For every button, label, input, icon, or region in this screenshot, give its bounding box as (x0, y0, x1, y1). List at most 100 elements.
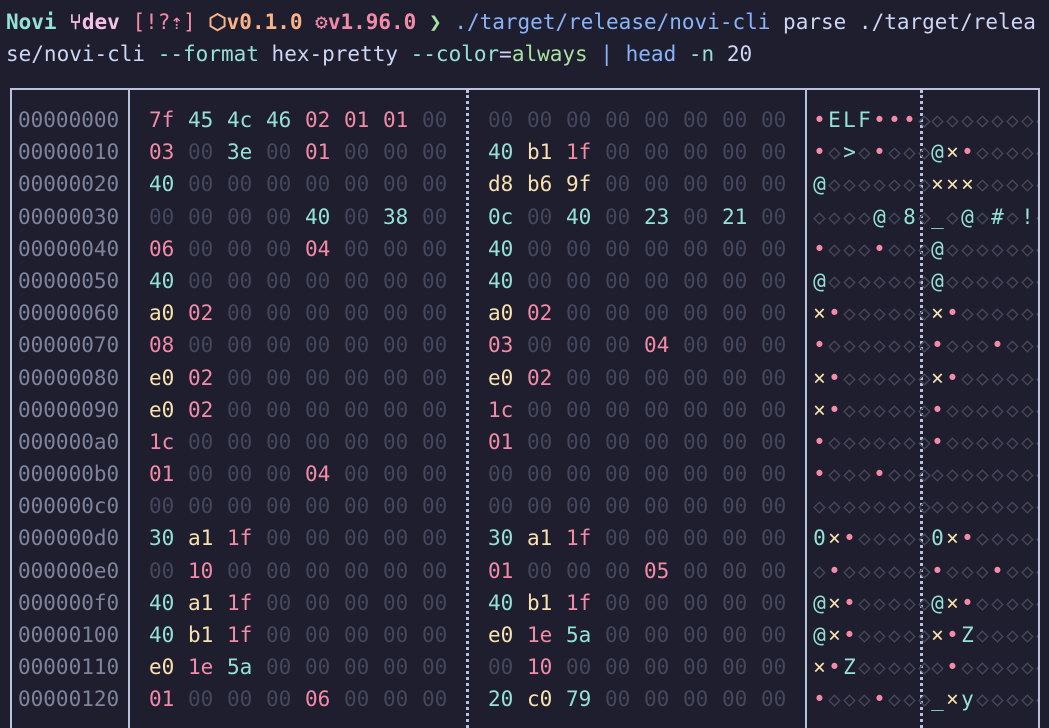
ascii-char: ◇ (1006, 687, 1019, 712)
ascii-char: ◇ (888, 687, 901, 712)
hex-byte: 30 (488, 526, 514, 551)
ascii-char: ◇ (843, 365, 856, 390)
ascii-char: ◇ (888, 140, 901, 165)
hex-byte: 00 (422, 494, 448, 519)
hex-byte: 00 (527, 268, 553, 293)
hex-byte: 06 (305, 687, 331, 712)
hex-byte: 40 (488, 236, 514, 261)
ascii-char: ◇ (858, 687, 871, 712)
hex-byte: 00 (683, 204, 709, 229)
hex-byte: 40 (488, 268, 514, 293)
hex-byte: 00 (605, 268, 631, 293)
ascii-char: ◇ (1035, 168, 1038, 200)
ascii-char: ◇ (828, 172, 841, 197)
hex-byte: 00 (683, 333, 709, 358)
hex-byte: 00 (722, 462, 748, 487)
ascii-char: ◇ (1035, 201, 1038, 233)
hex-byte: e0 (488, 623, 514, 647)
ascii-char: ◇ (903, 268, 916, 293)
hex-byte: 00 (527, 494, 553, 519)
ascii-char: ◇ (888, 494, 901, 519)
ascii-char: ◇ (1021, 140, 1034, 165)
ascii-char: _ (931, 204, 944, 229)
ascii-char: ◇ (976, 140, 989, 165)
hex-byte: 00 (722, 687, 748, 712)
ascii-char: ◇ (873, 397, 886, 422)
hex-byte: 00 (761, 429, 787, 454)
hex-byte: 00 (266, 429, 292, 454)
ascii-char: ◇ (858, 623, 871, 647)
hex-byte: 00 (227, 365, 253, 390)
ascii-char: ◇ (961, 494, 974, 519)
hex-byte: 00 (344, 172, 370, 197)
ascii-char: ◇ (946, 268, 959, 293)
hex-byte: 00 (266, 462, 292, 487)
hex-byte: 00 (344, 655, 370, 680)
hex-byte: 00 (722, 236, 748, 261)
ascii-char: • (991, 558, 1004, 583)
ascii-char: × (813, 397, 826, 422)
ascii-char: ◇ (1021, 301, 1034, 326)
hex-byte: 00 (305, 333, 331, 358)
ascii-char: • (828, 558, 841, 583)
ascii-char: ◇ (1006, 429, 1019, 454)
hex-byte: 00 (305, 590, 331, 615)
hex-byte: 00 (188, 268, 214, 293)
ascii-char: Z (843, 655, 856, 680)
ascii-char: • (873, 140, 886, 165)
hex-byte: 00 (305, 365, 331, 390)
hex-byte: 00 (305, 268, 331, 293)
ascii-char: ◇ (1035, 394, 1038, 426)
hex-byte: 00 (266, 623, 292, 647)
hex-byte: 00 (605, 655, 631, 680)
hex-byte: 40 (305, 204, 331, 229)
hex-byte: 00 (761, 172, 787, 197)
ascii-char: ◇ (858, 140, 871, 165)
hex-byte: 00 (227, 429, 253, 454)
hex-byte: 00 (422, 429, 448, 454)
hex-byte: 00 (605, 526, 631, 551)
hex-byte: 00 (644, 590, 670, 615)
command-equals: = (499, 42, 512, 66)
ascii-char: ◇ (991, 655, 1004, 680)
ascii-char: ◇ (858, 590, 871, 615)
hex-byte: 00 (422, 236, 448, 261)
ascii-char: • (931, 558, 944, 583)
ascii-char: ◇ (976, 108, 989, 132)
ascii-char: • (991, 333, 1004, 358)
hex-byte: 00 (383, 172, 409, 197)
ascii-char: ◇ (931, 494, 944, 519)
ascii-char: ◇ (903, 140, 916, 165)
ascii-char: ◇ (1035, 587, 1038, 619)
ascii-char: ◇ (1006, 623, 1019, 647)
ascii-char: ◇ (976, 333, 989, 358)
ascii-char: × (946, 590, 959, 615)
hex-byte: 00 (605, 236, 631, 261)
ascii-char: ◇ (1021, 494, 1034, 519)
hex-byte: 00 (683, 108, 709, 132)
ascii-char: ◇ (1035, 619, 1038, 651)
ascii-char: ◇ (1006, 526, 1019, 551)
ascii-char: ◇ (1006, 590, 1019, 615)
hex-byte: 00 (683, 397, 709, 422)
ascii-char: • (813, 140, 826, 165)
hex-byte: 00 (266, 236, 292, 261)
hex-byte: 00 (422, 140, 448, 165)
ascii-char: ◇ (976, 268, 989, 293)
ascii-char: • (946, 365, 959, 390)
row-offset: 00000070 (18, 333, 120, 358)
ascii-char: ◇ (903, 590, 916, 615)
row-offset: 00000110 (18, 655, 120, 680)
hex-byte: 00 (383, 333, 409, 358)
hex-byte: 00 (683, 590, 709, 615)
hex-byte: 00 (761, 204, 787, 229)
ascii-char: ◇ (976, 558, 989, 583)
hex-byte: 00 (149, 494, 175, 519)
ascii-char: ◇ (843, 494, 856, 519)
hex-byte: 00 (722, 268, 748, 293)
row-offset: 000000c0 (18, 494, 120, 519)
hex-byte: 00 (188, 494, 214, 519)
hex-byte: 00 (644, 108, 670, 132)
ascii-char: @ (931, 268, 944, 293)
ascii-char: ◇ (1006, 268, 1019, 293)
